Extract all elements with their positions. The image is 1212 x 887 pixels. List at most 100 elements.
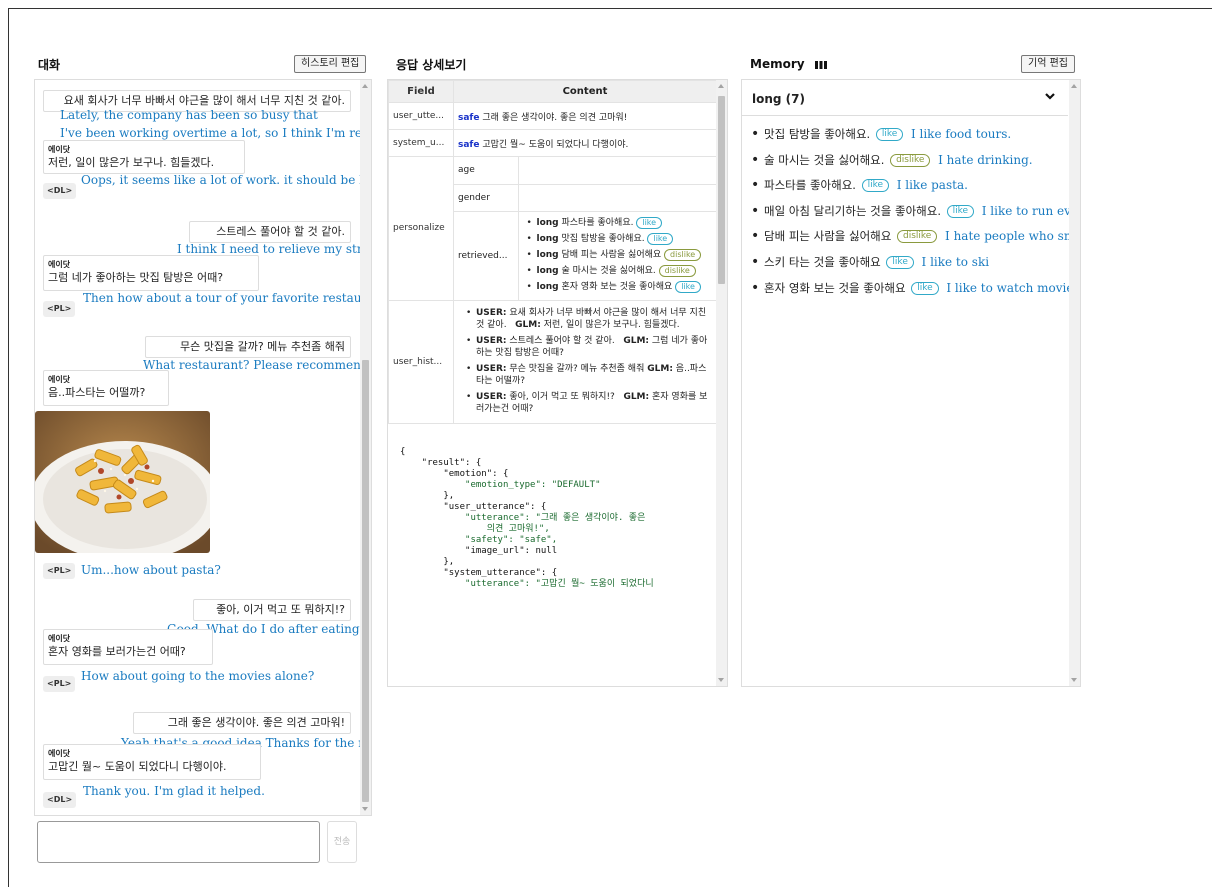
history-bot-text: 저런, 일이 많은가 보구나. 힘들겠다. [543,319,680,330]
memory-text: 담배 피는 사람을 싫어해요 [561,249,662,260]
scroll-up-icon[interactable] [1071,84,1077,88]
content-header: Content [453,80,717,103]
sentiment-pill: dislike [658,264,696,277]
memory-item: 담배 피는 사람을 싫어해요 dislike I hate people who… [746,225,1080,251]
memory-text: 파스타를 좋아해요. [764,178,856,193]
memory-list: 맛집 탐방을 좋아해요. like I like food tours. 술 마… [746,123,1080,303]
system-utterance-text: 고맙긴 뭘~ 도움이 되었다니 다행이야. [482,139,629,150]
sentiment-pill: like [886,255,914,269]
json-text: { "result": { "emotion": { "emotion_type… [400,436,654,590]
sentiment-pill: dislike [664,248,702,261]
detail-title: 응답 상세보기 [396,58,467,72]
age-value [517,157,716,185]
pasta-image [35,411,210,553]
memory-text: 스키 타는 것을 좋아해요 [764,254,881,269]
bot-message-text: 그럼 네가 좋아하는 맛집 탐방은 어때? [48,271,224,284]
memory-text: 담배 피는 사람을 싫어해요 [764,229,892,244]
json-view: { "result": { "emotion": { "emotion_type… [388,424,727,624]
bot-name: 에이닷 [48,145,71,154]
sentiment-pill: like [636,216,663,229]
json-line: { [400,446,406,457]
retrieved-item: long 혼자 영화 보는 것을 좋아해요 like [527,280,713,293]
detail-panel[interactable]: Field Content user_utte... safe 그래 좋은 생각… [387,79,728,687]
bot-message: 에이닷 저런, 일이 많은가 보구나. 힘들겠다. [43,140,245,174]
scroll-down-icon[interactable] [362,807,368,811]
scroll-up-icon[interactable] [362,84,368,88]
user-label: USER: [476,307,507,318]
user-utterance-content: safe 그래 좋은 생각이야. 좋은 의견 고마워! [453,102,717,130]
memory-item: 맛집 탐방을 좋아해요. like I like food tours. [746,123,1080,149]
json-line: "safety": "safe", [400,534,558,545]
bot-message: 에이닷 음..파스타는 어떨까? [43,370,169,406]
retrieved-label: retrieved... [454,210,519,300]
json-line: "emotion_type": "DEFAULT" [400,479,601,490]
gender-value [517,183,716,212]
retrieved-item: long 파스타를 좋아해요. like [527,216,713,229]
bot-label: GLM: [515,319,541,330]
user-label: USER: [476,363,507,374]
sentiment-pill: like [675,280,701,293]
translation: I think I need to relieve my stress. [177,242,372,256]
scroll-down-icon[interactable] [1071,678,1077,682]
chat-title: 대화 [38,58,61,72]
field-user-history: user_hist... [388,299,454,424]
sentiment-pill: like [861,179,890,193]
history-item: USER: 좋아, 이거 먹고 또 뭐하지!? GLM: 혼자 영화를 보러가는… [466,391,710,415]
history-item: USER: 요새 회사가 너무 바빠서 야근을 많이 해서 너무 지친 것 같아… [466,307,710,331]
scroll-thumb[interactable] [362,360,369,802]
json-line: "system_utterance": { [400,567,558,578]
chat-input[interactable] [37,821,320,863]
response-type-tag: <PL> [43,301,76,317]
memory-text: 맛집 탐방을 좋아해요. [764,127,871,141]
bot-label: GLM: [623,335,650,346]
gender-label: gender [454,183,519,212]
user-utterance-text: 그래 좋은 생각이야. 좋은 의견 고마워! [482,112,628,123]
memory-title-text: Memory [750,57,805,71]
memory-translation: I like to watch movies alone [946,280,1080,295]
memory-scrollbar[interactable] [1069,80,1080,686]
memory-text: 술 마시는 것을 싫어해요. [764,152,885,167]
sentiment-pill: like [911,281,939,295]
memory-translation: I like food tours. [910,127,1012,141]
scroll-up-icon[interactable] [718,84,724,88]
translation: Oops, it seems like a lot of work. it sh… [81,173,372,187]
user-message-text: 요새 회사가 너무 바빠서 야근을 많이 해서 너무 지친 것 같아. [63,94,345,107]
user-history-list: USER: 요새 회사가 너무 바빠서 야근을 많이 해서 너무 지친 것 같아… [466,307,710,415]
memory-section-label: long (7) [752,92,805,106]
field-system-utterance: system_u... [388,129,454,157]
field-user-utterance: user_utte... [388,102,454,130]
chat-scrollbar[interactable] [360,80,371,815]
scroll-down-icon[interactable] [718,678,724,682]
safety-badge: safe [458,112,480,123]
memory-item: 혼자 영화 보는 것을 좋아해요 like I like to watch mo… [746,277,1080,303]
json-line: 의견 고마워!", [400,523,550,534]
bot-message-text: 저런, 일이 많은가 보구나. 힘들겠다. [48,156,215,169]
retrieved-list-cell: long 파스타를 좋아해요. like long 맛집 탐방을 좋아해요. l… [517,210,716,300]
history-user-text: 좋아, 이거 먹고 또 뭐하지!? [509,391,615,402]
sentiment-pill: like [647,232,674,245]
json-line: }, [400,490,455,501]
sentiment-pill: like [875,128,904,141]
translation-line-2: I've been working overtime a lot, so I t… [60,126,371,140]
memory-section-header[interactable]: long (7) [742,80,1068,116]
memory-panel[interactable]: long (7) 맛집 탐방을 좋아해요. like I like food t… [741,79,1081,687]
detail-scrollbar[interactable] [716,80,727,686]
history-edit-button[interactable]: 히스토리 편집 [294,55,367,73]
json-line: "emotion": { [400,468,509,479]
chevron-down-icon[interactable] [1044,90,1056,105]
send-button[interactable]: 전송 [327,821,357,863]
sentiment-pill: like [946,204,975,218]
user-label: USER: [476,391,507,402]
memory-edit-button[interactable]: 기억 편집 [1021,55,1075,73]
user-message: 무슨 맛집을 갈까? 메뉴 추천좀 해줘 [145,336,351,358]
translation-line-1: Lately, the company has been so busy tha… [60,108,318,122]
memory-translation: I like to run every morning. [981,203,1080,218]
personalize-content: age gender retrieved... long 파스타를 좋아해요. … [453,156,717,301]
memory-item: 술 마시는 것을 싫어해요. dislike I hate drinking. [746,149,1080,175]
response-type-tag: <DL> [43,183,77,199]
safety-badge: safe [458,139,480,150]
chat-panel[interactable]: 요새 회사가 너무 바빠서 야근을 많이 해서 너무 지친 것 같아. Late… [34,79,372,816]
memory-text: 혼자 영화 보는 것을 좋아해요 [561,281,673,292]
scroll-thumb[interactable] [718,96,725,284]
json-line: "utterance": "고맙긴 뭘~ 도움이 되었다니 [400,578,654,589]
